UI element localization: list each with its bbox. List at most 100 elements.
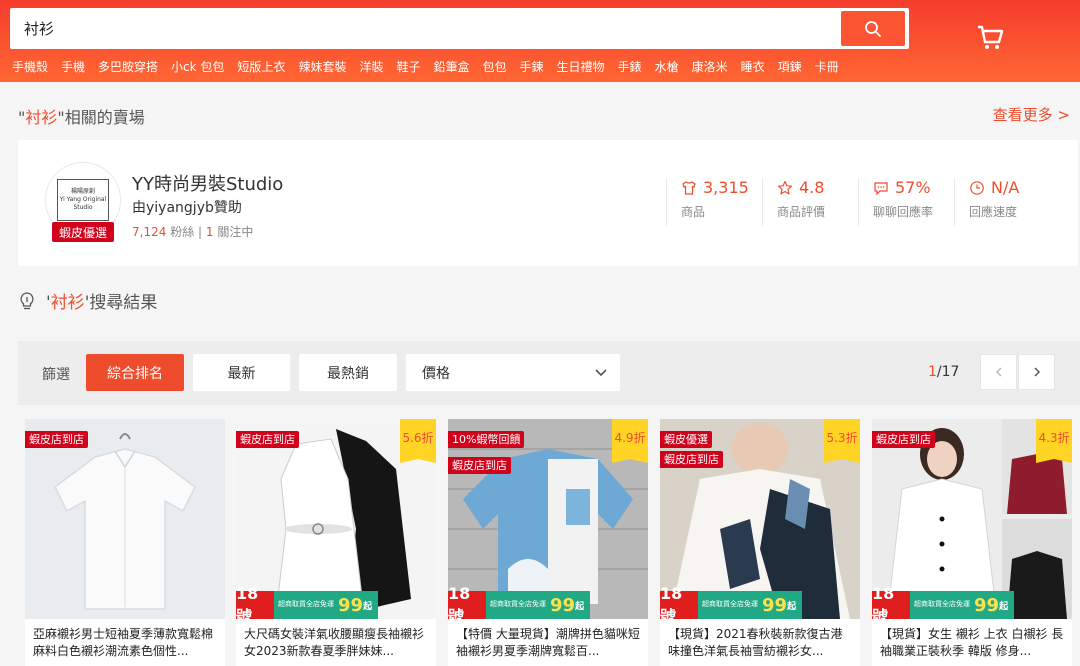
hot-keywords: 手機殼 手機 多巴胺穿搭 小ck 包包 短版上衣 辣妹套裝 洋裝 鞋子 鉛筆盒 …	[12, 58, 852, 75]
sort-latest-button[interactable]: 最新	[193, 354, 290, 391]
stat-response-speed: N/A 回應速度	[954, 178, 1050, 226]
promo-day: 18號	[872, 584, 910, 619]
hotword-link[interactable]: 手鍊	[520, 58, 544, 75]
hotword-link[interactable]: 辣妹套裝	[298, 58, 346, 75]
keyword-highlight: 衬衫	[50, 293, 85, 313]
product-title[interactable]: 大尺碼女裝洋氣收腰顯瘦長袖襯衫女2023新款春夏季胖妹妹...	[244, 626, 430, 660]
logo-text: Yi Yang Original	[59, 196, 107, 204]
hotword-link[interactable]: 水槍	[655, 58, 679, 75]
stat-label: 商品評價	[777, 205, 826, 219]
hotword-link[interactable]: 手機殼	[12, 58, 48, 75]
hotword-link[interactable]: 鉛筆盒	[433, 58, 469, 75]
promo-amount-value: 99	[550, 594, 576, 616]
hotword-link[interactable]: 多巴胺穿搭	[98, 58, 158, 75]
free-shipping-banner: 18號 超商取貨 全店免運 99 起	[660, 584, 860, 619]
promo-amount-value: 99	[762, 594, 788, 616]
prev-page-button[interactable]	[980, 354, 1017, 390]
next-page-button[interactable]	[1018, 354, 1055, 390]
product-card[interactable]: 蝦皮優選 蝦皮店到店 5.3折 18號 超商取貨 全店免運 99 起 【現貨】202…	[660, 419, 860, 666]
stat-label: 商品	[681, 205, 706, 219]
promo-line: 全店免運	[942, 600, 970, 609]
promo-text: 超商取貨 全店免運	[698, 591, 762, 619]
promo-day: 18號	[236, 584, 274, 619]
shop-card[interactable]: 楊陽原創 Yi Yang Original Studio 蝦皮優選 YY時尚男裝…	[18, 140, 1078, 266]
preferred-tag: 蝦皮優選	[660, 431, 712, 448]
promo-amount: 99 起	[550, 591, 591, 619]
product-title[interactable]: 【現貨】女生 襯衫 上衣 白襯衫 長袖職業正裝秋季 韓版 修身...	[880, 626, 1066, 660]
hotword-link[interactable]: 生日禮物	[557, 58, 605, 75]
hotword-link[interactable]: 卡冊	[815, 58, 839, 75]
chevron-down-icon	[595, 368, 607, 376]
search-input[interactable]	[24, 8, 834, 49]
keyword-highlight: 衬衫	[25, 108, 58, 127]
followers-label: 粉絲 |	[170, 225, 203, 239]
store-pickup-tag: 蝦皮店到店	[872, 431, 935, 448]
stat-value: 57%	[895, 178, 931, 197]
promo-amount-value: 99	[974, 594, 1000, 616]
promo-unit: 起	[363, 601, 373, 612]
product-image[interactable]: 蝦皮店到店 4.3折 18號 超商取貨 全店免運 99 起	[872, 419, 1072, 619]
product-card[interactable]: 蝦皮店到店 5.6折 18號 超商取貨 全店免運 99 起 大尺碼女裝洋氣收腰顯瘦長…	[236, 419, 436, 666]
product-card[interactable]: 10%蝦幣回饋 蝦皮店到店 4.9折 18號 超商取貨 全店免運 99 起 【特價 …	[448, 419, 648, 666]
promo-line: 超商取貨	[278, 600, 306, 609]
hotword-link[interactable]: 包包	[483, 58, 507, 75]
store-pickup-tag: 蝦皮店到店	[448, 457, 511, 474]
price-sort-select[interactable]: 價格	[406, 354, 620, 391]
product-card[interactable]: 蝦皮店到店 4.3折 18號 超商取貨 全店免運 99 起 【現貨】女生 襯衫 上衣…	[872, 419, 1072, 666]
hotword-link[interactable]: 手機	[61, 58, 85, 75]
search-button[interactable]	[841, 11, 905, 46]
promo-text: 超商取貨 全店免運	[486, 591, 550, 619]
shirt-photo	[25, 419, 225, 619]
hotword-link[interactable]: 洋裝	[359, 58, 383, 75]
search-results-heading: '衬衫'搜尋結果	[18, 288, 157, 313]
sort-top-sales-button[interactable]: 最熱銷	[299, 354, 397, 391]
stat-label: 聊聊回應率	[873, 205, 934, 219]
see-more-link[interactable]: 查看更多 >	[993, 104, 1070, 125]
page-total: /17	[936, 364, 960, 380]
product-image[interactable]: 10%蝦幣回饋 蝦皮店到店 4.9折 18號 超商取貨 全店免運 99 起	[448, 419, 648, 619]
free-shipping-banner: 18號 超商取貨 全店免運 99 起	[872, 584, 1072, 619]
following-label: 關注中	[217, 225, 254, 239]
product-title[interactable]: 【現貨】2021春秋裝新款復古港味撞色洋氣長袖雪紡襯衫女...	[668, 626, 854, 660]
page-current: 1	[928, 364, 937, 380]
discount-badge: 4.9折	[612, 419, 648, 463]
promo-line: 全店免運	[518, 600, 546, 609]
promo-line: 超商取貨	[490, 600, 518, 609]
product-title[interactable]: 【特價 大量現貨】潮牌拼色貓咪短袖襯衫男夏季潮牌寬鬆百...	[456, 626, 642, 660]
store-pickup-tag: 蝦皮店到店	[236, 431, 299, 448]
sort-bar: 篩選 綜合排名 最新 最熱銷 價格 1/17	[18, 341, 1080, 405]
promo-line: 全店免運	[730, 600, 758, 609]
free-shipping-banner: 18號 超商取貨 全店免運 99 起	[448, 584, 648, 619]
lightbulb-icon	[20, 291, 34, 309]
shop-follow-info: 7,124 粉絲 | 1 關注中	[132, 223, 253, 240]
promo-amount: 99 起	[762, 591, 803, 619]
hotword-link[interactable]: 手錶	[618, 58, 642, 75]
cart-icon[interactable]	[975, 22, 1005, 52]
search-icon	[865, 20, 881, 37]
product-image[interactable]: 蝦皮優選 蝦皮店到店 5.3折 18號 超商取貨 全店免運 99 起	[660, 419, 860, 619]
store-pickup-tag: 蝦皮店到店	[25, 431, 88, 448]
discount-badge: 5.3折	[824, 419, 860, 463]
hotword-link[interactable]: 短版上衣	[237, 58, 285, 75]
sort-relevance-button[interactable]: 綜合排名	[86, 354, 184, 391]
shirt-icon	[682, 180, 696, 195]
hotword-link[interactable]: 項鍊	[778, 58, 802, 75]
product-image[interactable]: 蝦皮店到店 5.6折 18號 超商取貨 全店免運 99 起	[236, 419, 436, 619]
promo-unit: 起	[787, 601, 797, 612]
product-image[interactable]: 蝦皮店到店	[25, 419, 225, 619]
page-indicator: 1/17	[928, 364, 959, 380]
hotword-link[interactable]: 睡衣	[741, 58, 765, 75]
price-sort-label: 價格	[422, 365, 450, 382]
product-title[interactable]: 亞麻襯衫男士短袖夏季薄款寬鬆棉麻料白色襯衫潮流素色個性...	[33, 626, 219, 660]
shop-name[interactable]: YY時尚男裝Studio	[132, 170, 283, 196]
hotword-link[interactable]: 小ck 包包	[171, 58, 224, 75]
stat-value: 3,315	[703, 178, 749, 197]
product-card[interactable]: 蝦皮店到店 亞麻襯衫男士短袖夏季薄款寬鬆棉麻料白色襯衫潮流素色個性...	[25, 419, 225, 666]
promo-unit: 起	[999, 601, 1009, 612]
shop-logo: 楊陽原創 Yi Yang Original Studio	[57, 179, 109, 221]
hotword-link[interactable]: 康洛米	[692, 58, 728, 75]
results-label: '搜尋結果	[84, 293, 158, 313]
hotword-link[interactable]: 鞋子	[396, 58, 420, 75]
chat-icon	[874, 181, 888, 195]
shop-stats: 3,315 商品 4.8 商品評價 57% 聊聊回應率 N/A 回應速度	[666, 178, 1050, 226]
